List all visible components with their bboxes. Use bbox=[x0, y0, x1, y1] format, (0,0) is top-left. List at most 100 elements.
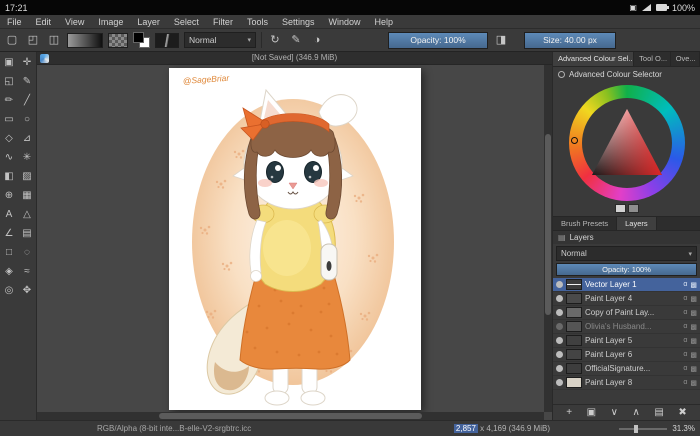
layer-button-move-layer-down[interactable]: ∨ bbox=[611, 408, 618, 418]
canvas-horizontal-scrollbar[interactable] bbox=[37, 412, 544, 420]
tool-elliptical-select[interactable]: ◌ bbox=[18, 243, 36, 262]
inherit-alpha-icon[interactable]: α bbox=[683, 337, 687, 344]
inherit-alpha-icon[interactable]: α bbox=[683, 309, 687, 316]
inherit-alpha-icon[interactable]: α bbox=[683, 351, 687, 358]
layer-row-paint-layer-6[interactable]: Paint Layer 6 α ▩ bbox=[553, 348, 700, 362]
menu-help[interactable]: Help bbox=[368, 17, 401, 27]
visibility-eye-icon[interactable] bbox=[556, 351, 563, 358]
tool-polyline[interactable]: ⊿ bbox=[18, 129, 36, 148]
blend-mode-dropdown[interactable]: Normal ▾ bbox=[184, 32, 256, 48]
tool-rectangular-select[interactable]: □ bbox=[0, 243, 18, 262]
visibility-eye-icon[interactable] bbox=[556, 365, 563, 372]
visibility-eye-icon[interactable] bbox=[556, 323, 563, 330]
brush-preset-chooser[interactable] bbox=[155, 33, 179, 48]
scrollbar-thumb[interactable] bbox=[159, 413, 423, 419]
color-wheel[interactable] bbox=[569, 85, 685, 201]
pattern-chooser[interactable] bbox=[108, 33, 128, 48]
tool-line[interactable]: ╱ bbox=[18, 91, 36, 110]
lock-icon[interactable]: ▩ bbox=[690, 337, 697, 345]
layer-row-paint-layer-4[interactable]: Paint Layer 4 α ▩ bbox=[553, 292, 700, 306]
layer-row-vector-layer-1[interactable]: Vector Layer 1 α ▩ bbox=[553, 278, 700, 292]
menu-tools[interactable]: Tools bbox=[240, 17, 275, 27]
gradient-chooser[interactable] bbox=[67, 33, 103, 48]
visibility-eye-icon[interactable] bbox=[556, 309, 563, 316]
layer-row-paint-layer-5[interactable]: Paint Layer 5 α ▩ bbox=[553, 334, 700, 348]
eraser-toggle-icon[interactable]: ◨ bbox=[493, 35, 509, 46]
layer-row-olivias-husband[interactable]: Olivia's Husband... α ▩ bbox=[553, 320, 700, 334]
canvas-vertical-scrollbar[interactable] bbox=[544, 65, 552, 412]
tool-bezier-curve[interactable]: ∿ bbox=[0, 148, 18, 167]
canvas[interactable]: @SageBriar bbox=[169, 68, 421, 410]
menu-window[interactable]: Window bbox=[321, 17, 367, 27]
visibility-eye-icon[interactable] bbox=[556, 337, 563, 344]
tool-color-sampler[interactable]: ⊕ bbox=[0, 186, 18, 205]
tool-multibrush[interactable]: ✳ bbox=[18, 148, 36, 167]
toolbar-icon-edit-brush[interactable]: ✎ bbox=[288, 35, 304, 46]
toolbar-icon-mirror-view[interactable]: ◑ bbox=[309, 35, 325, 46]
foreground-color-swatch[interactable] bbox=[133, 32, 144, 43]
inherit-alpha-icon[interactable]: α bbox=[683, 365, 687, 372]
inherit-alpha-icon[interactable]: α bbox=[683, 379, 687, 386]
tool-zoom[interactable]: ◎ bbox=[0, 281, 18, 300]
sv-triangle[interactable] bbox=[583, 99, 671, 187]
zoom-slider[interactable] bbox=[619, 428, 667, 430]
menu-filter[interactable]: Filter bbox=[206, 17, 240, 27]
scrollbar-thumb[interactable] bbox=[545, 134, 551, 314]
layer-row-paint-layer-8[interactable]: Paint Layer 8 α ▩ bbox=[553, 376, 700, 390]
tool-pattern-edit[interactable]: ▦ bbox=[18, 186, 36, 205]
layer-button-duplicate-layer[interactable]: ▣ bbox=[587, 408, 596, 418]
menu-file[interactable]: File bbox=[0, 17, 29, 27]
inherit-alpha-icon[interactable]: α bbox=[683, 323, 687, 330]
tool-pan[interactable]: ✥ bbox=[18, 281, 36, 300]
layer-button-add-layer[interactable]: + bbox=[566, 408, 572, 418]
menu-select[interactable]: Select bbox=[167, 17, 206, 27]
canvas-area[interactable]: [Not Saved] (346.9 MiB) bbox=[37, 52, 552, 420]
menu-edit[interactable]: Edit bbox=[29, 17, 59, 27]
zoom-slider-thumb[interactable] bbox=[634, 425, 638, 433]
tool-freehand-select[interactable]: ≈ bbox=[18, 262, 36, 281]
shade-swatch[interactable] bbox=[628, 204, 639, 213]
lock-icon[interactable]: ▩ bbox=[690, 365, 697, 373]
layer-opacity-slider[interactable]: Opacity: 100% bbox=[556, 263, 697, 276]
brush-opacity-slider[interactable]: Opacity: 100% bbox=[388, 32, 488, 49]
tool-gradient[interactable]: ▨ bbox=[18, 167, 36, 186]
layer-button-move-layer-up[interactable]: ∧ bbox=[632, 408, 639, 418]
lock-icon[interactable]: ▩ bbox=[690, 309, 697, 317]
toolbar-icon-reload-preset[interactable]: ↻ bbox=[267, 35, 283, 46]
layer-button-delete-layer[interactable]: ✖ bbox=[678, 408, 686, 418]
menu-settings[interactable]: Settings bbox=[275, 17, 322, 27]
tool-freehand-brush[interactable]: ✎ bbox=[18, 72, 36, 91]
tool-ellipse[interactable]: ○ bbox=[18, 110, 36, 129]
toolbar-icon-save[interactable]: ◫ bbox=[46, 35, 62, 46]
tool-text[interactable]: A bbox=[0, 205, 18, 224]
panel-tab-layers[interactable]: Layers bbox=[617, 217, 657, 230]
visibility-eye-icon[interactable] bbox=[556, 295, 563, 302]
tool-fill[interactable]: ◧ bbox=[0, 167, 18, 186]
tool-transform[interactable]: ▣ bbox=[0, 53, 18, 72]
tool-dynamic-brush[interactable]: ✏ bbox=[0, 91, 18, 110]
inherit-alpha-icon[interactable]: α bbox=[683, 281, 687, 288]
layer-blend-dropdown[interactable]: Normal ▾ bbox=[556, 246, 697, 261]
layer-row-officialsignature[interactable]: OfficialSignature... α ▩ bbox=[553, 362, 700, 376]
lock-icon[interactable]: ▩ bbox=[690, 351, 697, 359]
lock-icon[interactable]: ▩ bbox=[690, 323, 697, 331]
visibility-eye-icon[interactable] bbox=[556, 281, 563, 288]
tool-reference-images[interactable]: ▤ bbox=[18, 224, 36, 243]
tool-polygon[interactable]: ◇ bbox=[0, 129, 18, 148]
visibility-eye-icon[interactable] bbox=[556, 379, 563, 386]
docker-tab-overview[interactable]: Ove... bbox=[671, 52, 700, 66]
inherit-alpha-icon[interactable]: α bbox=[683, 295, 687, 302]
menu-layer[interactable]: Layer bbox=[130, 17, 167, 27]
lock-icon[interactable]: ▩ bbox=[690, 281, 697, 289]
layer-button-layer-properties[interactable]: ▤ bbox=[654, 408, 663, 418]
shade-swatch[interactable] bbox=[615, 204, 626, 213]
tool-assistants[interactable]: △ bbox=[18, 205, 36, 224]
tool-polygonal-select[interactable]: ◈ bbox=[0, 262, 18, 281]
tool-rectangle[interactable]: ▭ bbox=[0, 110, 18, 129]
shade-selector[interactable] bbox=[553, 204, 700, 214]
hue-marker[interactable] bbox=[571, 137, 578, 144]
menu-image[interactable]: Image bbox=[91, 17, 130, 27]
docker-tab-tool-options[interactable]: Tool O... bbox=[634, 52, 671, 66]
tool-move[interactable]: ✛ bbox=[18, 53, 36, 72]
toolbar-icon-new-image[interactable]: ▢ bbox=[4, 35, 20, 46]
